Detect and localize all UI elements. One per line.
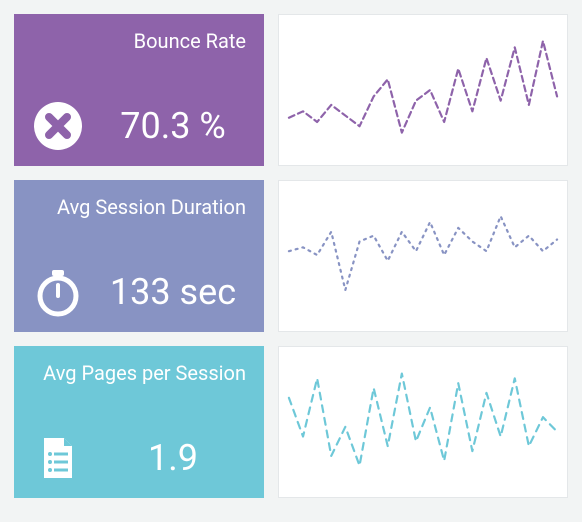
sparkline-path-bounce (289, 41, 557, 133)
metric-body-bounce: 70.3 % (32, 100, 246, 152)
sparkline-path-session (289, 216, 557, 290)
metric-title-bounce: Bounce Rate (32, 30, 246, 53)
sparkline-path-pages (289, 374, 557, 466)
metric-card-bounce: Bounce Rate 70.3 % (14, 14, 264, 166)
metric-body-pages: 1.9 (32, 432, 246, 484)
stopwatch-icon (32, 266, 84, 318)
sparkline-bounce (278, 14, 568, 166)
metric-card-session: Avg Session Duration 133 sec (14, 180, 264, 332)
metric-title-session: Avg Session Duration (32, 196, 246, 219)
metric-title-pages: Avg Pages per Session (32, 362, 246, 385)
metric-value-pages: 1.9 (100, 437, 246, 479)
document-list-icon (32, 432, 84, 484)
row-pages: Avg Pages per Session 1.9 (14, 346, 568, 498)
metric-value-bounce: 70.3 % (100, 105, 246, 147)
metric-card-pages: Avg Pages per Session 1.9 (14, 346, 264, 498)
metric-body-session: 133 sec (32, 266, 246, 318)
close-circle-icon (32, 100, 84, 152)
sparkline-pages (278, 346, 568, 498)
row-bounce: Bounce Rate 70.3 % (14, 14, 568, 166)
sparkline-session (278, 180, 568, 332)
row-session: Avg Session Duration 133 sec (14, 180, 568, 332)
metric-value-session: 133 sec (100, 271, 246, 313)
